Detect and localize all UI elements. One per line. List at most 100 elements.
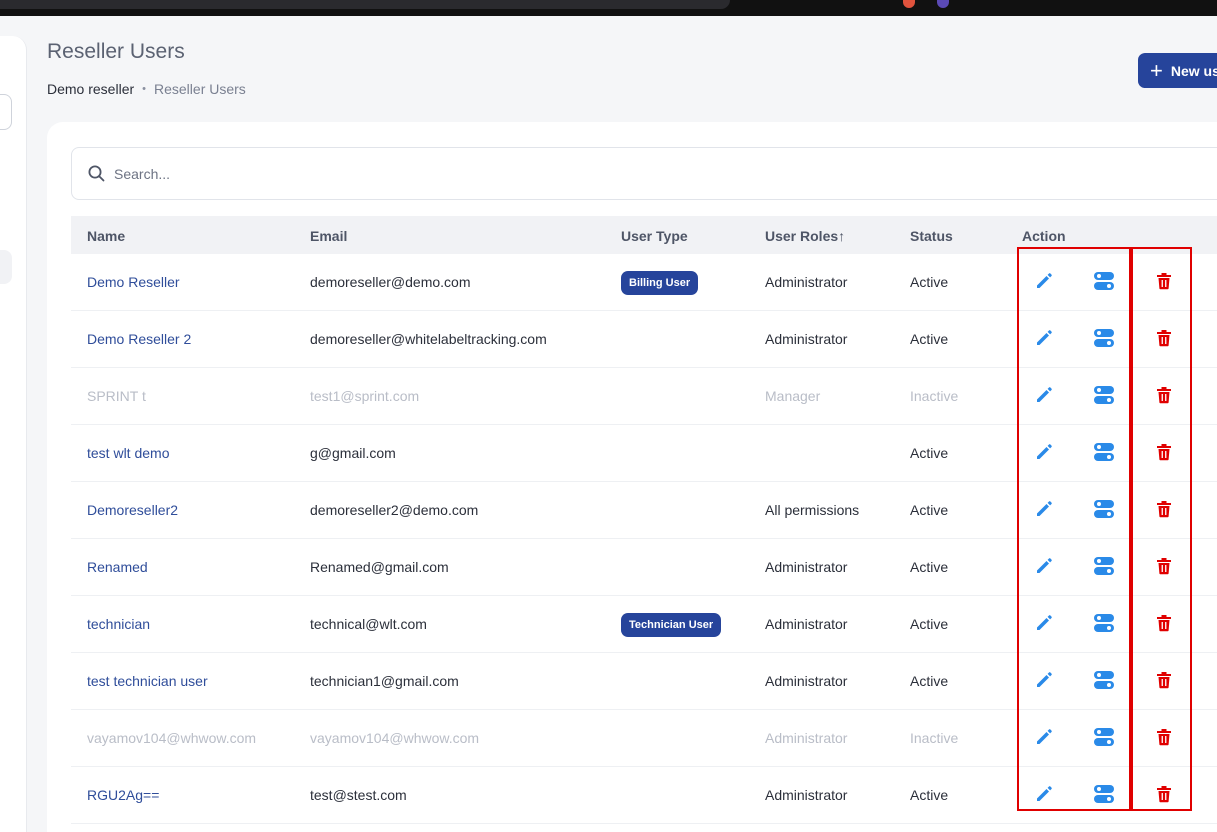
- column-header-status[interactable]: Status: [910, 228, 953, 244]
- edit-user-button[interactable]: [1032, 385, 1056, 409]
- user-name-link[interactable]: Demo Reseller 2: [87, 331, 191, 347]
- delete-user-button[interactable]: [1152, 613, 1176, 637]
- trash-icon: [1156, 671, 1172, 694]
- user-settings-button[interactable]: [1092, 499, 1116, 523]
- user-settings-button[interactable]: [1092, 556, 1116, 580]
- user-role: Administrator: [765, 787, 848, 803]
- delete-user-button[interactable]: [1152, 727, 1176, 751]
- toggle-switches-icon: [1093, 271, 1115, 296]
- toggle-switches-icon: [1093, 442, 1115, 467]
- pencil-icon: [1034, 442, 1054, 467]
- sidebar-stub[interactable]: [0, 250, 12, 284]
- table-row: SPRINT t test1@sprint.com Manager Inactive: [71, 368, 1217, 425]
- table-row: technician technical@wlt.com Technician Us…: [71, 596, 1217, 653]
- user-role: Manager: [765, 388, 821, 404]
- user-role: Administrator: [765, 274, 848, 290]
- user-type-badge: Billing User: [621, 271, 699, 295]
- user-email: Renamed@gmail.com: [310, 559, 449, 575]
- edit-user-button[interactable]: [1032, 670, 1056, 694]
- column-header-user-type[interactable]: User Type: [621, 228, 688, 244]
- trash-icon: [1156, 785, 1172, 808]
- user-status: Active: [910, 331, 949, 347]
- delete-user-button[interactable]: [1152, 784, 1176, 808]
- table-row: Demo Reseller 2 demoreseller@whitelabeltr…: [71, 311, 1217, 368]
- delete-user-button[interactable]: [1152, 385, 1176, 409]
- user-name-link[interactable]: test technician user: [87, 673, 208, 689]
- user-email: technical@wlt.com: [310, 616, 427, 632]
- user-name-link[interactable]: Renamed: [87, 559, 148, 575]
- toggle-switches-icon: [1093, 727, 1115, 752]
- delete-user-button[interactable]: [1152, 556, 1176, 580]
- delete-user-button[interactable]: [1152, 670, 1176, 694]
- user-settings-button[interactable]: [1092, 442, 1116, 466]
- edit-user-button[interactable]: [1032, 727, 1056, 751]
- user-status: Active: [910, 616, 949, 632]
- pencil-icon: [1034, 499, 1054, 524]
- breadcrumb-separator: •: [142, 83, 146, 95]
- pencil-icon: [1034, 385, 1054, 410]
- delete-user-button[interactable]: [1152, 271, 1176, 295]
- edit-user-button[interactable]: [1032, 613, 1056, 637]
- user-email: demoreseller2@demo.com: [310, 502, 479, 518]
- user-role: Administrator: [765, 331, 848, 347]
- user-role: Administrator: [765, 559, 848, 575]
- user-type-badge: Technician User: [621, 613, 722, 637]
- toggle-switches-icon: [1093, 670, 1115, 695]
- column-header-action: Action: [1022, 228, 1066, 244]
- delete-user-button[interactable]: [1152, 499, 1176, 523]
- edit-user-button[interactable]: [1032, 556, 1056, 580]
- user-name-link[interactable]: RGU2Ag==: [87, 787, 159, 803]
- extension-icon[interactable]: [903, 0, 915, 8]
- user-status: Active: [910, 502, 949, 518]
- user-status: Active: [910, 445, 949, 461]
- search-input[interactable]: [114, 165, 714, 182]
- pencil-icon: [1034, 556, 1054, 581]
- user-settings-button[interactable]: [1092, 271, 1116, 295]
- toggle-switches-icon: [1093, 556, 1115, 581]
- user-settings-button[interactable]: [1092, 613, 1116, 637]
- user-name-link[interactable]: technician: [87, 616, 150, 632]
- user-settings-button[interactable]: [1092, 385, 1116, 409]
- pencil-icon: [1034, 613, 1054, 638]
- column-header-user-roles[interactable]: User Roles↑: [765, 228, 845, 246]
- user-settings-button[interactable]: [1092, 784, 1116, 808]
- edit-user-button[interactable]: [1032, 442, 1056, 466]
- table-row: Demoreseller2 demoreseller2@demo.com All p…: [71, 482, 1217, 539]
- search-icon: [88, 165, 105, 182]
- sidebar-stub[interactable]: [0, 94, 12, 130]
- edit-user-button[interactable]: [1032, 271, 1056, 295]
- toggle-switches-icon: [1093, 613, 1115, 638]
- delete-user-button[interactable]: [1152, 328, 1176, 352]
- user-email: technician1@gmail.com: [310, 673, 459, 689]
- edit-user-button[interactable]: [1032, 328, 1056, 352]
- user-name-link[interactable]: vayamov104@whwow.com: [87, 730, 256, 746]
- toggle-switches-icon: [1093, 328, 1115, 353]
- edit-user-button[interactable]: [1032, 499, 1056, 523]
- trash-icon: [1156, 386, 1172, 409]
- toggle-switches-icon: [1093, 499, 1115, 524]
- search-box[interactable]: [71, 147, 1217, 200]
- user-name-link[interactable]: Demoreseller2: [87, 502, 178, 518]
- toggle-switches-icon: [1093, 385, 1115, 410]
- user-role: Administrator: [765, 616, 848, 632]
- extension-icon[interactable]: [937, 0, 949, 8]
- user-name-link[interactable]: Demo Reseller: [87, 274, 180, 290]
- edit-user-button[interactable]: [1032, 784, 1056, 808]
- user-status: Active: [910, 673, 949, 689]
- user-email: vayamov104@whwow.com: [310, 730, 480, 746]
- pencil-icon: [1034, 328, 1054, 353]
- user-status: Active: [910, 787, 949, 803]
- column-header-name[interactable]: Name: [87, 228, 125, 244]
- user-name-link[interactable]: test wlt demo: [87, 445, 169, 461]
- breadcrumb-item[interactable]: Demo reseller: [47, 81, 134, 97]
- user-settings-button[interactable]: [1092, 328, 1116, 352]
- user-name-link[interactable]: SPRINT t: [87, 388, 146, 404]
- browser-tab-strip: [0, 0, 730, 9]
- new-user-button[interactable]: + New us: [1138, 53, 1217, 88]
- user-settings-button[interactable]: [1092, 670, 1116, 694]
- user-email: g@gmail.com: [310, 445, 396, 461]
- plus-icon: +: [1150, 57, 1163, 83]
- delete-user-button[interactable]: [1152, 442, 1176, 466]
- user-settings-button[interactable]: [1092, 727, 1116, 751]
- column-header-email[interactable]: Email: [310, 228, 347, 244]
